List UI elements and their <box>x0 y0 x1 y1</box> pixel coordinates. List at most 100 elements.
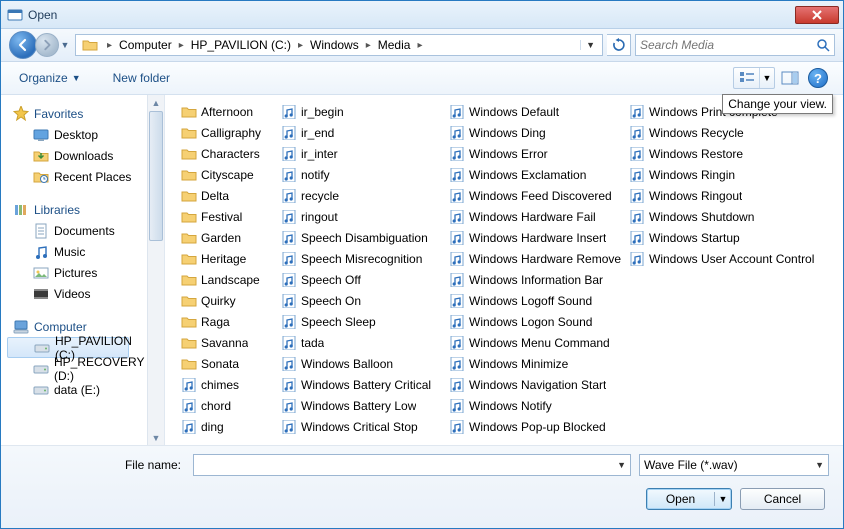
tree-item[interactable]: HP_RECOVERY (D:) <box>7 358 147 379</box>
breadcrumb-seg[interactable]: Windows <box>306 35 363 55</box>
list-item[interactable]: Windows Hardware Fail <box>447 206 627 227</box>
list-item[interactable]: Windows Ringin <box>627 164 827 185</box>
open-button[interactable]: Open ▼ <box>646 488 732 510</box>
tree-item[interactable]: 6 14">Downloads <box>7 145 147 166</box>
list-item[interactable]: Speech On <box>279 290 447 311</box>
list-item[interactable]: Delta <box>179 185 279 206</box>
list-item[interactable]: Windows Logoff Sound <box>447 290 627 311</box>
list-item[interactable]: Windows Shutdown <box>627 206 827 227</box>
tree-item[interactable]: Desktop <box>7 124 147 145</box>
list-item[interactable]: ir_end <box>279 122 447 143</box>
list-item[interactable]: Windows Recycle <box>627 122 827 143</box>
tree-item[interactable]: Music <box>7 241 147 262</box>
list-item[interactable]: Windows Startup <box>627 227 827 248</box>
list-item[interactable]: ringout <box>279 206 447 227</box>
list-item[interactable]: chimes <box>179 374 279 395</box>
list-item[interactable]: Speech Off <box>279 269 447 290</box>
list-item[interactable]: Windows User Account Control <box>627 248 827 269</box>
list-item[interactable]: Windows Information Bar <box>447 269 627 290</box>
file-list-pane[interactable]: AfternoonCalligraphyCharactersCityscapeD… <box>165 95 843 445</box>
search-input[interactable] <box>640 38 816 52</box>
list-item[interactable]: Windows Balloon <box>279 353 447 374</box>
tree-item[interactable]: Libraries <box>7 199 147 220</box>
list-item[interactable]: Windows Logon Sound <box>447 311 627 332</box>
list-item[interactable]: Windows Minimize <box>447 353 627 374</box>
list-item[interactable]: Characters <box>179 143 279 164</box>
list-item[interactable]: Calligraphy <box>179 122 279 143</box>
chevron-down-icon[interactable]: ▼ <box>617 460 626 470</box>
list-item[interactable]: Speech Misrecognition <box>279 248 447 269</box>
views-button[interactable]: ▼ <box>733 67 775 89</box>
filetype-combobox[interactable]: Wave File (*.wav) ▼ <box>639 454 829 476</box>
filename-combobox[interactable]: ▼ <box>193 454 631 476</box>
tree-item[interactable]: Favorites <box>7 103 147 124</box>
breadcrumb-bar[interactable]: ▸ Computer ▸ HP_PAVILION (C:) ▸ Windows … <box>75 34 603 56</box>
list-item[interactable]: Windows Exclamation <box>447 164 627 185</box>
preview-pane-button[interactable] <box>777 67 803 89</box>
list-item[interactable]: Garden <box>179 227 279 248</box>
list-item[interactable]: Quirky <box>179 290 279 311</box>
list-item[interactable]: Speech Disambiguation <box>279 227 447 248</box>
breadcrumb-seg[interactable]: Computer <box>115 35 176 55</box>
list-item[interactable]: Windows Hardware Remove <box>447 248 627 269</box>
list-item[interactable]: Windows Battery Low <box>279 395 447 416</box>
tree-item[interactable]: Documents <box>7 220 147 241</box>
tree-item[interactable]: Videos <box>7 283 147 304</box>
list-item[interactable]: Heritage <box>179 248 279 269</box>
help-button[interactable]: ? <box>805 67 831 89</box>
list-item[interactable]: ir_inter <box>279 143 447 164</box>
scrollbar-thumb[interactable] <box>149 111 163 241</box>
list-item[interactable]: Cityscape <box>179 164 279 185</box>
list-item[interactable]: ding <box>179 416 279 437</box>
chevron-right-icon[interactable]: ▸ <box>363 40 374 51</box>
breadcrumb-seg[interactable]: Media <box>374 35 415 55</box>
list-item[interactable]: Sonata <box>179 353 279 374</box>
nav-history-dropdown[interactable]: ▼ <box>59 40 71 50</box>
breadcrumb-seg[interactable]: HP_PAVILION (C:) <box>187 35 295 55</box>
list-item[interactable]: Speech Sleep <box>279 311 447 332</box>
chevron-down-icon[interactable]: ▼ <box>815 460 824 470</box>
chevron-right-icon[interactable]: ▸ <box>414 40 425 51</box>
list-item[interactable]: Windows Navigation Start <box>447 374 627 395</box>
list-item[interactable]: chord <box>179 395 279 416</box>
scroll-down-icon[interactable]: ▼ <box>148 430 164 445</box>
list-item[interactable]: Windows Ringout <box>627 185 827 206</box>
list-item[interactable]: Savanna <box>179 332 279 353</box>
open-button-dropdown[interactable]: ▼ <box>715 494 731 504</box>
list-item[interactable]: tada <box>279 332 447 353</box>
list-item[interactable]: Afternoon <box>179 101 279 122</box>
list-item[interactable]: Windows Error <box>447 143 627 164</box>
chevron-right-icon[interactable]: ▸ <box>104 40 115 51</box>
scroll-up-icon[interactable]: ▲ <box>148 95 164 110</box>
list-item[interactable]: Windows Ding <box>447 122 627 143</box>
list-item[interactable]: Windows Restore <box>627 143 827 164</box>
list-item[interactable]: Windows Hardware Insert <box>447 227 627 248</box>
search-box[interactable] <box>635 34 835 56</box>
new-folder-button[interactable]: New folder <box>107 68 176 88</box>
list-item[interactable]: Windows Pop-up Blocked <box>447 416 627 437</box>
back-button[interactable] <box>9 31 37 59</box>
sidebar-scrollbar[interactable]: ▲ ▼ <box>147 95 164 445</box>
forward-button[interactable] <box>35 33 59 57</box>
chevron-down-icon[interactable]: ▼ <box>760 68 774 88</box>
breadcrumb-dropdown[interactable]: ▼ <box>580 40 600 50</box>
list-item[interactable]: Windows Battery Critical <box>279 374 447 395</box>
refresh-button[interactable] <box>607 34 631 56</box>
list-item[interactable]: recycle <box>279 185 447 206</box>
tree-item[interactable]: 6 14">Recent Places <box>7 166 147 187</box>
chevron-right-icon[interactable]: ▸ <box>176 40 187 51</box>
list-item[interactable]: Windows Notify <box>447 395 627 416</box>
list-item[interactable]: Landscape <box>179 269 279 290</box>
cancel-button[interactable]: Cancel <box>740 488 825 510</box>
list-item[interactable]: Windows Default <box>447 101 627 122</box>
tree-item[interactable]: Pictures <box>7 262 147 283</box>
list-item[interactable]: Windows Critical Stop <box>279 416 447 437</box>
list-item[interactable]: ir_begin <box>279 101 447 122</box>
list-item[interactable]: notify <box>279 164 447 185</box>
list-item[interactable]: Raga <box>179 311 279 332</box>
organize-dropdown[interactable]: Organize ▼ <box>13 68 87 88</box>
list-item[interactable]: Windows Menu Command <box>447 332 627 353</box>
chevron-right-icon[interactable]: ▸ <box>295 40 306 51</box>
close-button[interactable] <box>795 6 839 24</box>
list-item[interactable]: Windows Feed Discovered <box>447 185 627 206</box>
